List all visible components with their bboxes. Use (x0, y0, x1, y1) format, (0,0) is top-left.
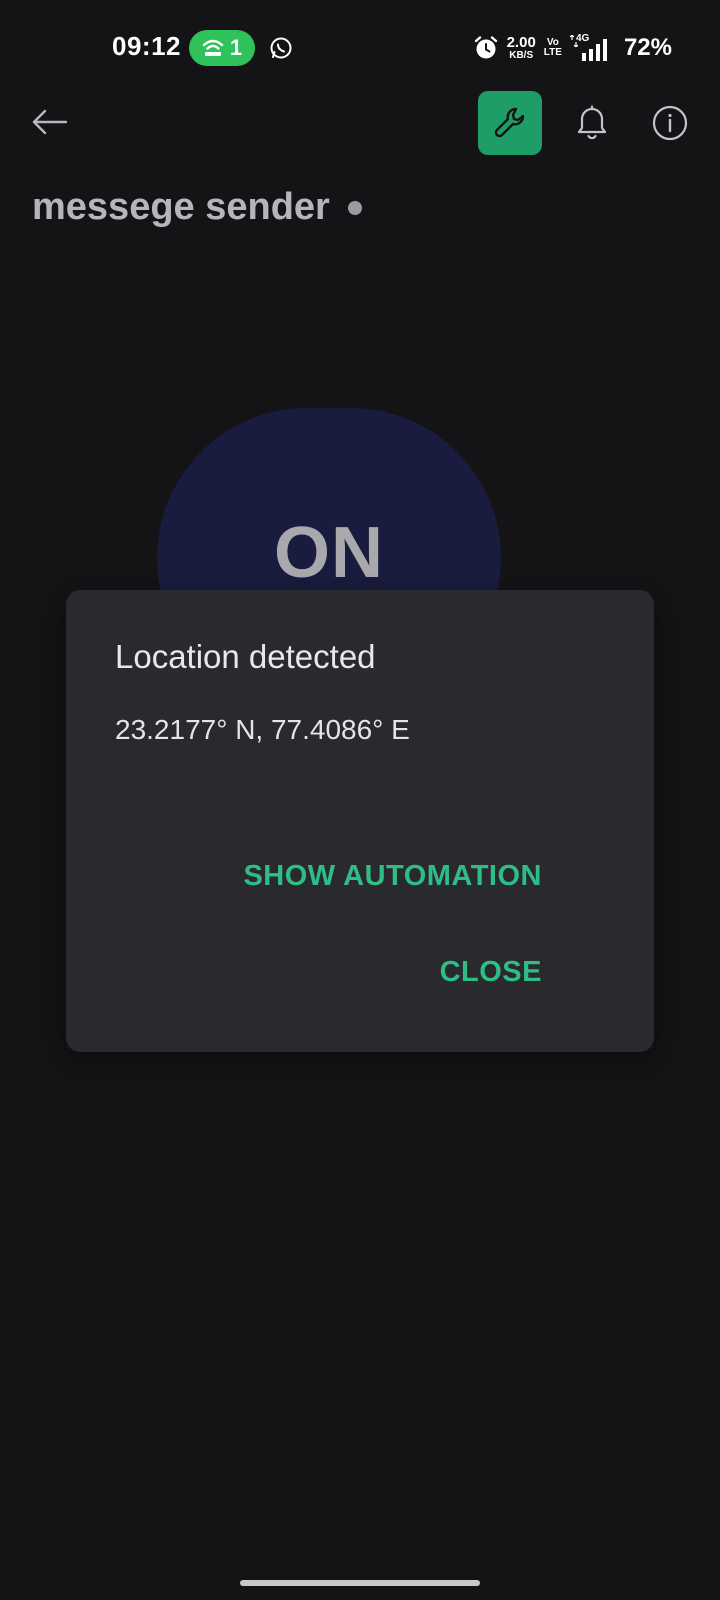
home-gesture-bar[interactable] (240, 1580, 480, 1586)
battery-level: 72% (623, 34, 672, 61)
info-button[interactable] (651, 104, 689, 142)
speed-value: 2.00 (506, 34, 536, 51)
wrench-icon (494, 107, 525, 138)
hotspot-pill[interactable]: 1 (189, 30, 255, 66)
dialog-title: Location detected (115, 638, 376, 675)
signal-icon (581, 39, 607, 61)
hotspot-count: 1 (229, 35, 243, 60)
bell-icon (577, 105, 607, 140)
notifications-button[interactable] (572, 102, 612, 144)
close-button[interactable]: CLOSE (440, 956, 542, 989)
alarm-icon (474, 36, 497, 59)
network-speed: 2.00 KB/S (507, 35, 536, 61)
speed-unit: KB/S (509, 50, 534, 61)
back-button[interactable] (28, 104, 72, 140)
info-icon (652, 105, 688, 141)
status-time: 09:12 (112, 31, 181, 61)
page-header: messege sender (32, 186, 362, 229)
location-dialog: Location detected 23.2177° N, 77.4086° E… (66, 590, 654, 1052)
show-automation-button[interactable]: SHOW AUTOMATION (243, 860, 542, 893)
settings-tool-button[interactable] (478, 91, 542, 155)
status-bar: 09:12 1 2.00 KB/S Vo LTE 4G 72% (0, 0, 720, 96)
status-right-group: 2.00 KB/S Vo LTE 4G 72% (473, 28, 672, 68)
page-title: messege sender (32, 186, 330, 228)
whatsapp-icon (270, 37, 292, 59)
hotspot-icon (202, 39, 224, 56)
dialog-message: 23.2177° N, 77.4086° E (115, 714, 410, 745)
arrow-left-icon (32, 109, 68, 135)
volte-bottom: LTE (543, 47, 562, 58)
volte-indicator: Vo LTE (544, 38, 562, 58)
signal-indicator: 4G (569, 33, 610, 61)
device-status-dot (347, 200, 362, 215)
